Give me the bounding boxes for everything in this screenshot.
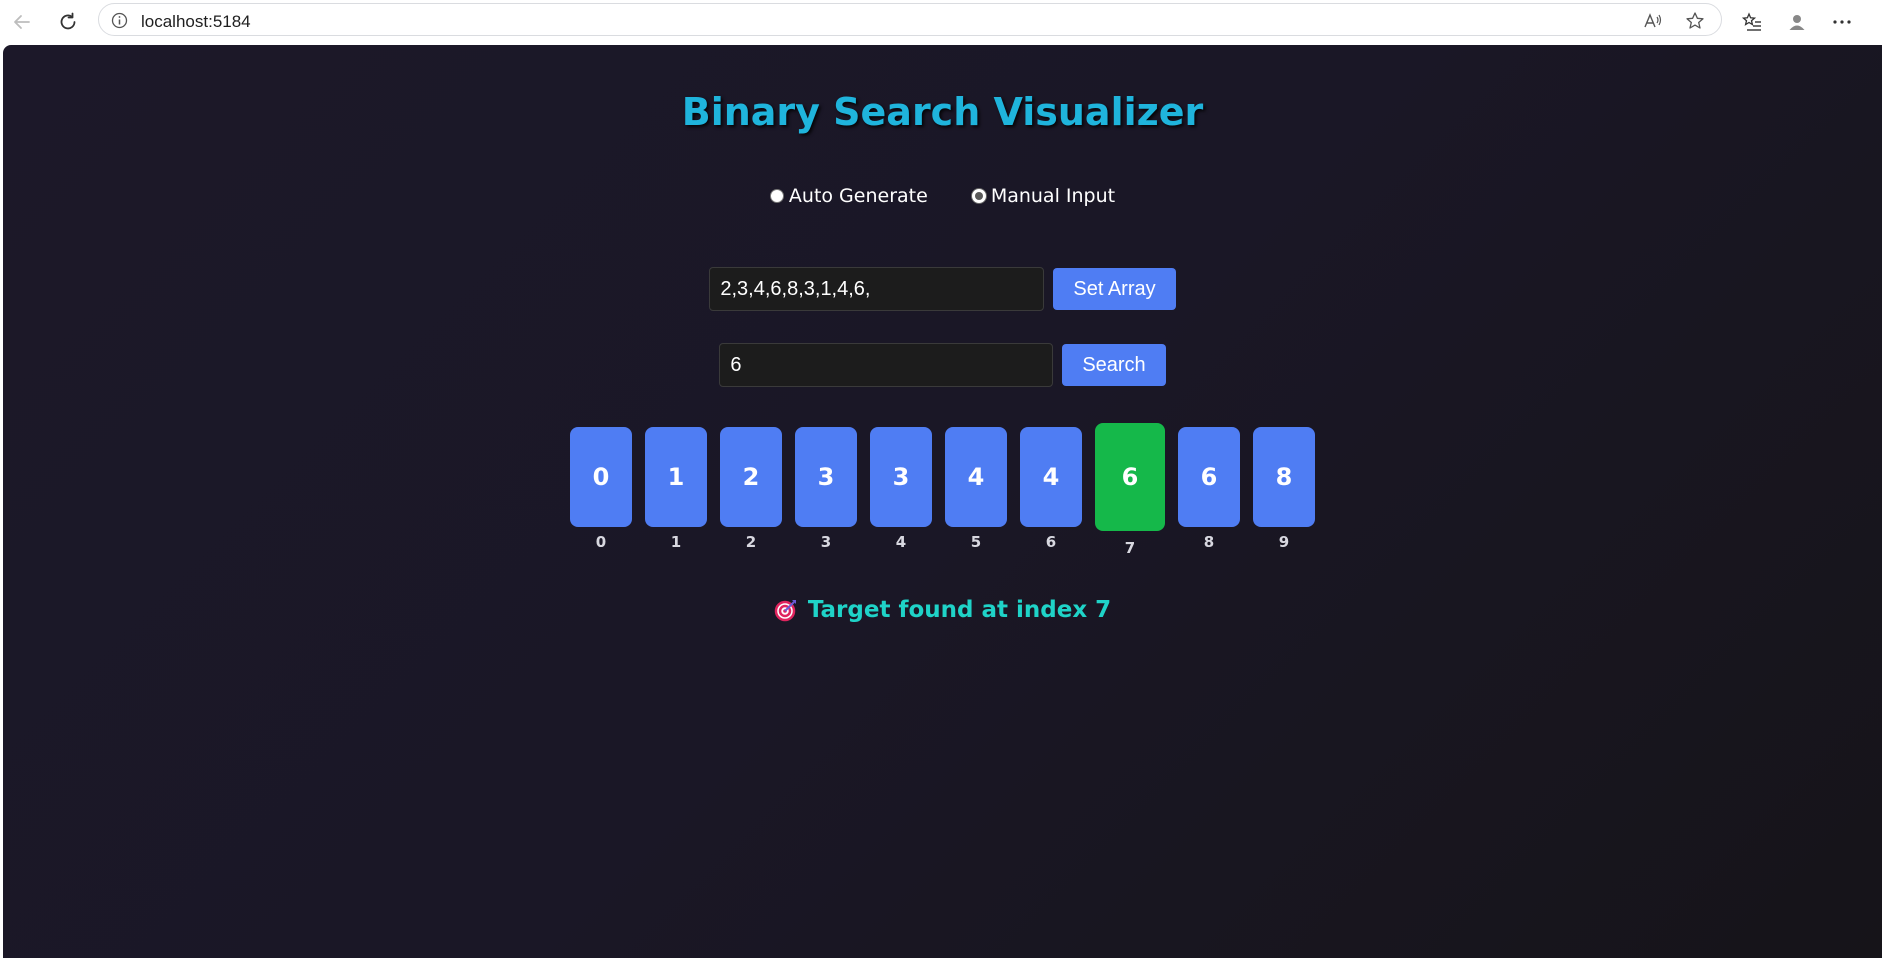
- array-input[interactable]: [709, 267, 1045, 311]
- array-cell-value: 3: [870, 427, 932, 527]
- manual-input-radio[interactable]: [971, 189, 986, 203]
- result-text: Target found at index 7: [807, 597, 1112, 623]
- mode-manual-input[interactable]: Manual Input: [971, 185, 1116, 207]
- back-arrow-icon: [14, 15, 30, 29]
- array-cell-value: 4: [1020, 427, 1082, 527]
- auto-generate-label: Auto Generate: [788, 185, 928, 207]
- array-cell: 3 4: [870, 423, 932, 551]
- set-array-button[interactable]: Set Array: [1053, 268, 1176, 310]
- array-cell: 2 2: [720, 423, 782, 551]
- search-input-row: Search: [3, 343, 1882, 387]
- profile-icon: [1789, 15, 1805, 30]
- page-viewport: Binary Search Visualizer Auto Generate M…: [3, 45, 1882, 958]
- reload-icon: [60, 12, 76, 30]
- favorite-star-icon[interactable]: [1685, 11, 1705, 31]
- profile-button[interactable]: [1783, 8, 1811, 36]
- search-result: Target found at index 7: [3, 597, 1882, 623]
- manual-input-label: Manual Input: [990, 185, 1116, 207]
- address-bar[interactable]: localhost:5184: [98, 3, 1722, 36]
- array-cell: 1 1: [645, 423, 707, 551]
- array-cell-index: 2: [745, 533, 757, 551]
- array-cell-index: 9: [1278, 533, 1290, 551]
- array-cell: 8 9: [1253, 423, 1315, 551]
- array-cell-index: 6: [1045, 533, 1057, 551]
- array-cell-value: 2: [720, 427, 782, 527]
- target-input[interactable]: [719, 343, 1054, 387]
- url-text: localhost:5184: [141, 12, 251, 31]
- array-cell-index: 0: [595, 533, 607, 551]
- array-cell: 4 5: [945, 423, 1007, 551]
- page-title: Binary Search Visualizer: [681, 90, 1204, 134]
- favorites-button[interactable]: [1738, 8, 1766, 36]
- array-cell-index: 8: [1203, 533, 1215, 551]
- array-cell-value: 1: [645, 427, 707, 527]
- site-info-icon[interactable]: [111, 12, 128, 29]
- array-cell-value: 4: [945, 427, 1007, 527]
- browser-toolbar: localhost:5184: [0, 0, 1882, 45]
- array-cell-value: 6: [1178, 427, 1240, 527]
- array-cell-value: 3: [795, 427, 857, 527]
- mode-auto-generate[interactable]: Auto Generate: [769, 185, 928, 207]
- array-cell-index: 3: [820, 533, 832, 551]
- array-cell: 6 8: [1178, 423, 1240, 551]
- reload-button[interactable]: [52, 6, 84, 38]
- favorites-list-icon: [1741, 12, 1761, 31]
- array-cell: 0 0: [570, 423, 632, 551]
- array-cell: 3 3: [795, 423, 857, 551]
- array-cell-value: 6: [1095, 423, 1165, 531]
- array-cell-value: 8: [1253, 427, 1315, 527]
- array-cell-value: 0: [570, 427, 632, 527]
- array-cell-index: 1: [670, 533, 682, 551]
- back-button[interactable]: [6, 6, 38, 38]
- auto-generate-radio[interactable]: [769, 189, 784, 203]
- more-options-button[interactable]: [1828, 8, 1856, 36]
- mode-selector: Auto Generate Manual Input: [3, 185, 1882, 207]
- array-cell-index: 5: [970, 533, 982, 551]
- array-cell: 4 6: [1020, 423, 1082, 551]
- array-cell-found: 6 7: [1095, 423, 1165, 557]
- read-aloud-icon[interactable]: [1643, 11, 1663, 31]
- search-button[interactable]: Search: [1062, 344, 1166, 386]
- array-input-row: Set Array: [3, 267, 1882, 311]
- array-cell-index: 7: [1124, 539, 1136, 557]
- array-cell-index: 4: [895, 533, 907, 551]
- array-visualization: 0 0 1 1 2 2 3 3 3 4 4 5 4 6 6 7 6 8 8 9: [3, 423, 1882, 557]
- more-dots-icon: [1833, 20, 1851, 24]
- target-emoji-icon: [774, 600, 796, 622]
